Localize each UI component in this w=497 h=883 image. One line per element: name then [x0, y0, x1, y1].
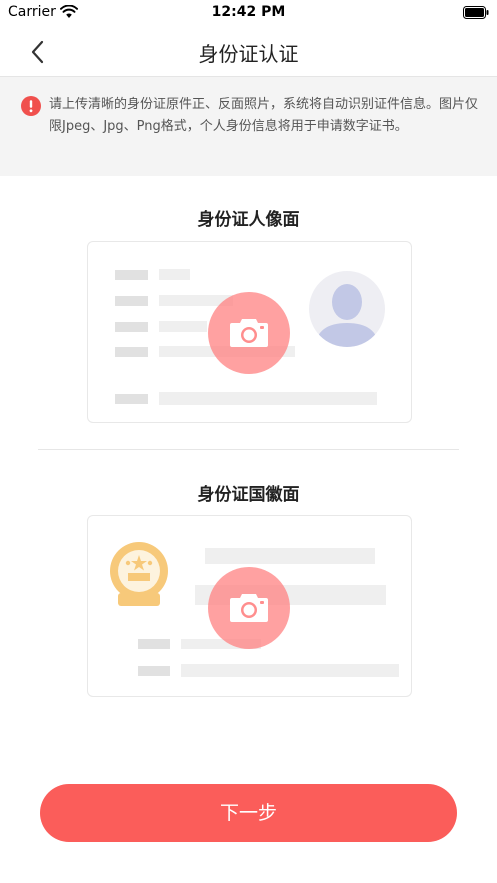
status-bar: Carrier 12:42 PM — [0, 0, 497, 26]
back-camera-button[interactable] — [208, 567, 290, 649]
info-icon — [21, 96, 41, 116]
battery-icon — [463, 6, 489, 19]
back-section-title: 身份证国徽面 — [197, 485, 300, 505]
status-time: 12:42 PM — [211, 4, 286, 20]
nav-bar: 身份证认证 — [0, 26, 497, 77]
emblem-icon — [110, 542, 168, 606]
page-title: 身份证认证 — [198, 42, 299, 66]
section-divider — [38, 449, 459, 450]
camera-icon — [230, 594, 268, 622]
notice-text: 请上传清晰的身份证原件正、反面照片，系统将自动识别证件信息。图片仅限Jpeg、J… — [49, 97, 479, 134]
front-section-title: 身份证人像面 — [197, 210, 300, 230]
front-camera-button[interactable] — [208, 292, 290, 374]
front-upload-card[interactable] — [87, 241, 412, 423]
avatar-icon — [309, 271, 385, 347]
camera-icon — [230, 319, 268, 347]
back-upload-card[interactable] — [87, 515, 412, 697]
upload-notice: 请上传清晰的身份证原件正、反面照片，系统将自动识别证件信息。图片仅限Jpeg、J… — [0, 77, 497, 176]
next-step-button[interactable]: 下一步 — [40, 784, 457, 842]
